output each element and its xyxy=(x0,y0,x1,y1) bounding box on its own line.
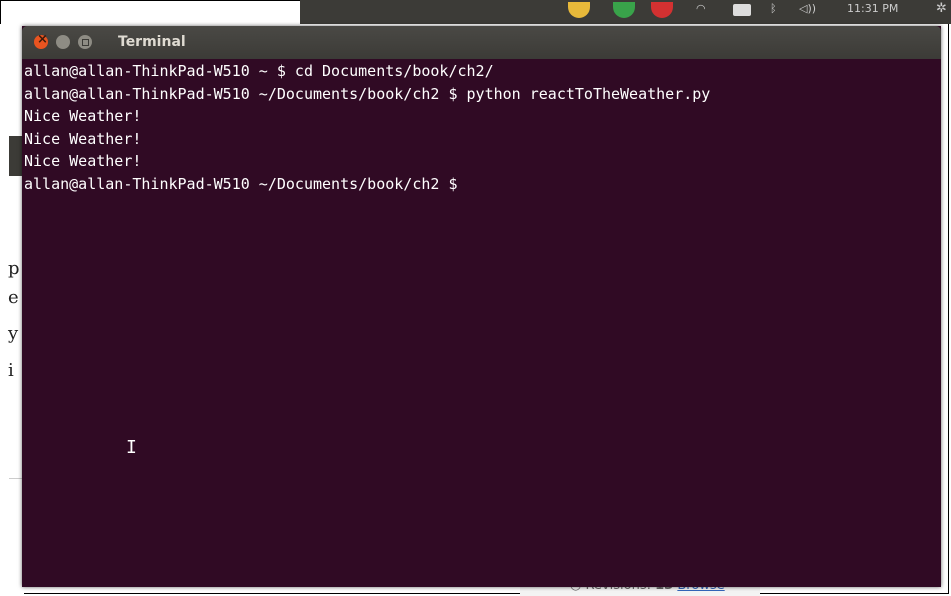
keyboard-layout-icon[interactable] xyxy=(733,4,751,16)
background-text-fragment: e xyxy=(8,287,19,308)
settings-gear-icon[interactable]: ✲ xyxy=(936,1,947,16)
terminal-prompt-line[interactable]: allan@allan-ThinkPad-W510 ~/Documents/bo… xyxy=(22,173,941,196)
bluetooth-icon[interactable]: ᛒ xyxy=(770,2,777,15)
background-text-fragment: i xyxy=(8,360,14,381)
maximize-button[interactable] xyxy=(78,35,92,49)
terminal-line: allan@allan-ThinkPad-W510 ~/Documents/bo… xyxy=(24,84,711,103)
chrome-icon[interactable] xyxy=(568,2,590,18)
text-cursor-ibeam-icon: I xyxy=(126,437,137,458)
background-divider xyxy=(9,478,23,479)
background-toolbar-strip xyxy=(9,136,23,176)
close-button[interactable] xyxy=(34,32,48,49)
green-extension-icon[interactable] xyxy=(613,2,635,18)
clock-text: 11:31 PM xyxy=(847,2,899,15)
terminal-output[interactable]: allan@allan-ThinkPad-W510 ~ $ cd Documen… xyxy=(22,60,941,587)
terminal-line: Nice Weather! xyxy=(24,129,142,148)
terminal-titlebar[interactable]: Terminal xyxy=(22,26,941,59)
red-extension-icon[interactable] xyxy=(651,2,673,18)
window-title: Terminal xyxy=(118,34,186,50)
wifi-icon[interactable]: ◠ xyxy=(696,2,706,15)
background-text-fragment: y xyxy=(8,323,19,344)
background-app xyxy=(0,24,24,596)
clock[interactable]: 11:31 PM xyxy=(847,2,898,15)
terminal-line: allan@allan-ThinkPad-W510 ~ $ cd Documen… xyxy=(24,62,494,80)
background-text-fragment: p xyxy=(8,258,20,279)
volume-icon[interactable]: ◁)) xyxy=(799,2,816,15)
terminal-line: Nice Weather! xyxy=(24,152,142,170)
terminal-line: Nice Weather! xyxy=(24,107,142,125)
minimize-button[interactable] xyxy=(56,35,70,49)
system-top-panel: ◠ ᛒ ◁)) 11:31 PM ✲ xyxy=(300,0,951,24)
